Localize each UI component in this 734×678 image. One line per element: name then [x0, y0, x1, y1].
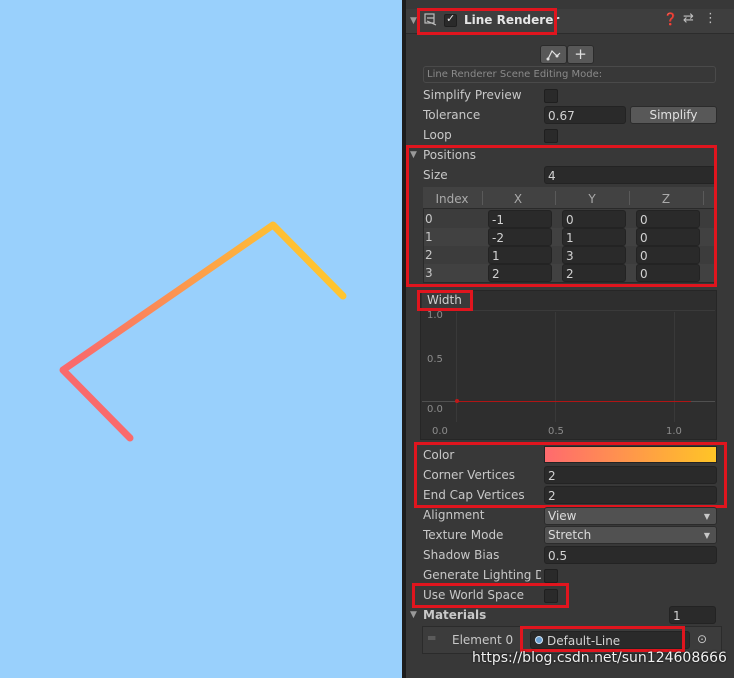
- x-tick-label: 0.5: [548, 426, 564, 437]
- position-y-field[interactable]: 2: [562, 264, 626, 282]
- help-icon[interactable]: ❓: [663, 12, 678, 26]
- shadow-bias-field[interactable]: 0.5: [544, 546, 717, 564]
- y-tick-label: 0.0: [427, 404, 443, 415]
- loop-checkbox[interactable]: [544, 129, 558, 143]
- grid-line: [674, 312, 675, 422]
- generate-lighting-label: Generate Lighting Da: [423, 568, 541, 582]
- scene-line-path: [59, 221, 347, 442]
- edit-points-icon: [546, 49, 560, 61]
- header-z[interactable]: Z: [634, 191, 698, 207]
- width-curve-editor[interactable]: [420, 290, 717, 440]
- texture-mode-dropdown[interactable]: Stretch ▼: [544, 526, 717, 544]
- use-world-space-label: Use World Space: [423, 588, 525, 602]
- dropdown-arrow-icon: ▼: [703, 531, 710, 540]
- y-tick-label: 0.5: [427, 354, 443, 365]
- grid-line: [422, 310, 715, 311]
- add-point-button[interactable]: +: [567, 45, 594, 64]
- row-index: 2: [425, 248, 433, 262]
- width-label: Width: [427, 293, 462, 307]
- position-y-field[interactable]: 1: [562, 228, 626, 246]
- line-renderer-icon: [424, 13, 437, 26]
- check-icon: ✓: [446, 12, 456, 25]
- position-x-field[interactable]: 1: [488, 246, 552, 264]
- position-z-field[interactable]: 0: [636, 264, 700, 282]
- width-curve-line[interactable]: [457, 401, 691, 402]
- drag-handle-icon[interactable]: ═: [428, 631, 435, 645]
- line-renderer-preview: [59, 221, 347, 442]
- material-name: Default-Line: [547, 634, 621, 648]
- positions-size-label: Size: [423, 168, 448, 182]
- alignment-value: View: [548, 509, 577, 523]
- color-gradient-field[interactable]: [544, 446, 717, 463]
- materials-size-field[interactable]: 1: [669, 606, 716, 624]
- column-separator[interactable]: [629, 191, 630, 205]
- materials-foldout-icon[interactable]: ▼: [410, 610, 417, 620]
- positions-foldout-icon[interactable]: ▼: [410, 150, 417, 160]
- simplify-button[interactable]: Simplify: [630, 106, 717, 124]
- presets-icon[interactable]: ⇄: [683, 11, 694, 26]
- alignment-label: Alignment: [423, 508, 485, 522]
- position-x-field[interactable]: -2: [488, 228, 552, 246]
- plus-icon: +: [574, 45, 587, 63]
- positions-size-field[interactable]: 4: [544, 166, 716, 184]
- materials-label[interactable]: Materials: [423, 605, 486, 625]
- simplify-preview-checkbox[interactable]: [544, 89, 558, 103]
- dropdown-arrow-icon: ▼: [703, 512, 710, 521]
- position-y-field[interactable]: 0: [562, 210, 626, 228]
- position-z-field[interactable]: 0: [636, 228, 700, 246]
- column-separator[interactable]: [555, 191, 556, 205]
- column-separator[interactable]: [703, 191, 704, 205]
- element-0-label: Element 0: [452, 633, 514, 647]
- positions-label[interactable]: Positions: [423, 145, 476, 165]
- scene-editing-mode-field: Line Renderer Scene Editing Mode:: [423, 66, 716, 83]
- edit-points-button[interactable]: [540, 45, 567, 64]
- shadow-bias-label: Shadow Bias: [423, 548, 500, 562]
- corner-vertices-field[interactable]: 2: [544, 466, 717, 484]
- simplify-preview-label: Simplify Preview: [423, 88, 522, 102]
- curve-key[interactable]: [455, 399, 459, 403]
- row-index: 1: [425, 230, 433, 244]
- y-tick-label: 1.0: [427, 310, 443, 321]
- position-y-field[interactable]: 3: [562, 246, 626, 264]
- texture-mode-value: Stretch: [548, 528, 592, 542]
- object-picker-button[interactable]: ⊙: [692, 631, 714, 649]
- x-tick-label: 1.0: [666, 426, 682, 437]
- row-index: 3: [425, 266, 433, 280]
- scene-view[interactable]: [0, 0, 402, 678]
- corner-vertices-label: Corner Vertices: [423, 468, 516, 482]
- row-index: 0: [425, 212, 433, 226]
- header-x[interactable]: X: [486, 191, 550, 207]
- end-cap-vertices-label: End Cap Vertices: [423, 488, 525, 502]
- generate-lighting-checkbox[interactable]: [544, 569, 558, 583]
- context-menu-icon[interactable]: ⋮: [704, 11, 717, 26]
- material-icon: [535, 636, 543, 644]
- position-z-field[interactable]: 0: [636, 210, 700, 228]
- x-tick-label: 0.0: [432, 426, 448, 437]
- material-object-field[interactable]: Default-Line: [530, 631, 690, 649]
- use-world-space-checkbox[interactable]: [544, 589, 558, 603]
- component-title: Line Renderer: [464, 13, 560, 27]
- tolerance-field[interactable]: 0.67: [544, 106, 626, 124]
- column-separator[interactable]: [482, 191, 483, 205]
- end-cap-vertices-field[interactable]: 2: [544, 486, 717, 504]
- tolerance-label: Tolerance: [423, 108, 481, 122]
- position-x-field[interactable]: 2: [488, 264, 552, 282]
- position-z-field[interactable]: 0: [636, 246, 700, 264]
- position-x-field[interactable]: -1: [488, 210, 552, 228]
- collapse-arrow-icon[interactable]: ▼: [410, 16, 417, 26]
- inspector-panel: ▼ ✓ Line Renderer ❓ ⇄ ⋮ + Line Renderer …: [406, 0, 734, 678]
- loop-label: Loop: [423, 128, 452, 142]
- grid-line: [456, 312, 457, 422]
- component-enabled-checkbox[interactable]: ✓: [444, 12, 457, 27]
- target-icon: ⊙: [697, 632, 708, 646]
- header-index[interactable]: Index: [423, 191, 481, 207]
- color-label: Color: [423, 448, 455, 462]
- grid-line: [555, 312, 556, 422]
- header-y[interactable]: Y: [560, 191, 624, 207]
- alignment-dropdown[interactable]: View ▼: [544, 507, 717, 525]
- texture-mode-label: Texture Mode: [423, 528, 504, 542]
- watermark: https://blog.csdn.net/sun124608666: [472, 650, 727, 666]
